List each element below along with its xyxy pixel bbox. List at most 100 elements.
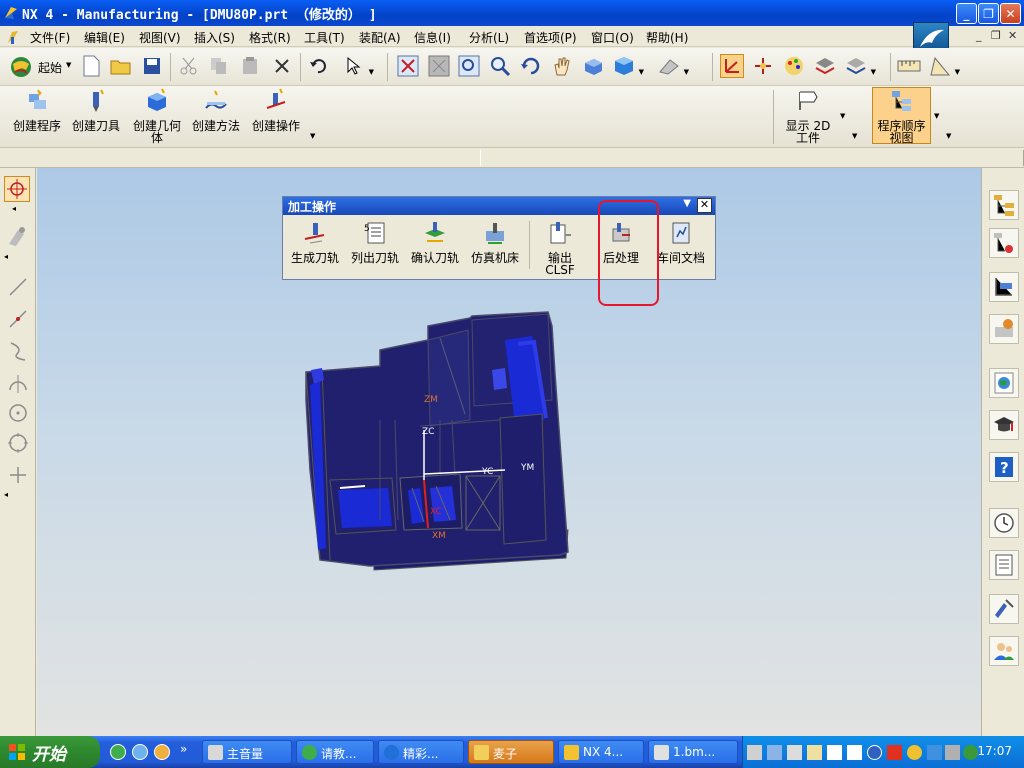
resource-tab-history[interactable] [989,508,1019,538]
chevron-down-icon[interactable]: ▼ [934,112,939,120]
paste-button[interactable] [238,54,262,78]
line-point-icon[interactable] [7,308,29,330]
new-file-button[interactable] [79,54,103,78]
monitor-icon[interactable] [787,745,802,760]
delete-button[interactable] [270,54,294,78]
program-order-view-button[interactable]: 程序顺序 视图 [872,87,931,144]
cut-button[interactable] [177,54,201,78]
menu-analysis[interactable]: 分析(L) [469,29,509,46]
task-nx[interactable]: NX 4... [558,740,644,764]
resource-tab-part-navigator[interactable] [989,272,1019,302]
chevron-down-icon[interactable]: ▼ [683,198,691,209]
tool-icon[interactable] [807,745,822,760]
task-highlights[interactable]: 精彩... [378,740,464,764]
dialog-close-button[interactable]: ✕ [697,198,712,213]
rotate-button[interactable] [519,54,543,78]
wcs-display-button[interactable] [720,54,744,78]
task-volume[interactable]: 主音量 [202,740,292,764]
menu-edit[interactable]: 编辑(E) [84,29,125,46]
create-geometry-button[interactable]: 创建几何 体 [128,88,186,144]
chevron-left-icon[interactable] [867,745,882,760]
quicklaunch-browser-icon[interactable] [110,744,126,760]
save-button[interactable] [140,54,164,78]
chevron-left-icon[interactable]: ◂ [4,490,8,499]
shop-documentation-button[interactable]: 车间文档 [655,221,707,264]
chevron-left-icon[interactable]: ◂ [4,252,8,261]
ime-icon[interactable] [827,745,842,760]
chevron-left-icon[interactable]: ◂ [12,204,16,213]
point-snap-button[interactable] [4,176,30,202]
network-icon[interactable] [927,745,942,760]
create-tool-button[interactable]: 创建刀具 [68,88,124,132]
zoom-window-button[interactable] [427,54,451,78]
move-layer-button[interactable]: ▼ [844,54,876,78]
wcs-orient-button[interactable] [751,54,775,78]
verify-path-button[interactable]: 确认刀轨 [409,221,461,264]
menu-information[interactable]: 信息(I) [414,29,451,46]
start-button[interactable]: 开始 [0,736,100,768]
color-palette-button[interactable] [782,54,806,78]
tangent-arc-icon[interactable] [7,372,29,394]
generate-path-button[interactable]: 生成刀轨 [289,221,341,264]
keyboard-icon[interactable] [747,745,762,760]
menu-help[interactable]: 帮助(H) [646,29,688,46]
quicklaunch-more-icon[interactable]: » [180,742,187,756]
circle-icon[interactable] [7,432,29,454]
zoom-box-button[interactable] [457,54,481,78]
select-filter-button[interactable]: ▼ [342,54,374,78]
arc-icon[interactable] [7,340,29,362]
create-program-button[interactable]: 创建程序 [9,88,65,132]
task-question[interactable]: 请教... [296,740,374,764]
copy-button[interactable] [207,54,231,78]
nx-menu-icon[interactable] [6,29,22,45]
resource-tab-web-browser[interactable] [989,368,1019,398]
simulate-machine-button[interactable]: 仿真机床 [469,221,521,264]
chevron-down-icon[interactable]: ▼ [946,132,951,140]
list-path-button[interactable]: 5 列出刀轨 [349,221,401,264]
task-bitmap[interactable]: 1.bm... [648,740,738,764]
resource-tab-reuse-library[interactable] [989,314,1019,344]
doc-close-button[interactable]: ✕ [1008,29,1017,42]
pen-icon[interactable] [767,745,782,760]
nx-app-icon[interactable] [3,5,19,21]
create-operation-button[interactable]: 创建操作 [248,88,304,132]
quicklaunch-ie-icon[interactable] [132,744,148,760]
view-triad-button[interactable]: ▼ [657,54,689,78]
measure-angle-button[interactable]: ▼ [928,54,960,78]
menu-assembly[interactable]: 装配(A) [359,29,401,46]
sogou-tray-icon[interactable] [887,745,902,760]
resource-tab-process-studio[interactable] [989,594,1019,624]
resource-tab-help[interactable]: ? [989,452,1019,482]
shaded-button[interactable] [581,54,605,78]
fit-view-button[interactable] [396,54,420,78]
menu-format[interactable]: 格式(R) [249,29,291,46]
pan-button[interactable] [550,54,574,78]
qq-icon[interactable] [907,745,922,760]
shield-icon[interactable] [963,745,978,760]
menu-insert[interactable]: 插入(S) [194,29,235,46]
point-icon[interactable] [7,464,29,486]
circle-center-icon[interactable] [7,402,29,424]
start-button[interactable]: 起始 ▼ [8,55,73,79]
doc-minimize-button[interactable]: _ [976,29,982,42]
resource-tab-machine-navigator[interactable] [989,228,1019,258]
menu-tools[interactable]: 工具(T) [304,29,345,46]
resource-tab-operation-navigator[interactable] [989,190,1019,220]
menu-view[interactable]: 视图(V) [139,29,181,46]
chevron-down-icon[interactable]: ▼ [840,112,845,120]
chevron-down-icon[interactable]: ▼ [310,132,315,140]
resource-tab-roles[interactable] [989,636,1019,666]
doc-restore-button[interactable]: ❐ [991,29,1001,42]
menu-window[interactable]: 窗口(O) [591,29,634,46]
line-icon[interactable] [7,276,29,298]
sketch-tool-icon[interactable] [6,224,30,248]
restore-button[interactable]: ❐ [978,3,999,24]
undo-button[interactable] [306,54,330,78]
antivirus-icon[interactable] [945,745,960,760]
open-file-button[interactable] [109,54,133,78]
help-tray-icon[interactable] [847,745,862,760]
menu-file[interactable]: 文件(F) [30,29,70,46]
create-method-button[interactable]: 创建方法 [188,88,244,132]
zoom-button[interactable] [488,54,512,78]
chevron-down-icon[interactable]: ▼ [852,132,857,140]
